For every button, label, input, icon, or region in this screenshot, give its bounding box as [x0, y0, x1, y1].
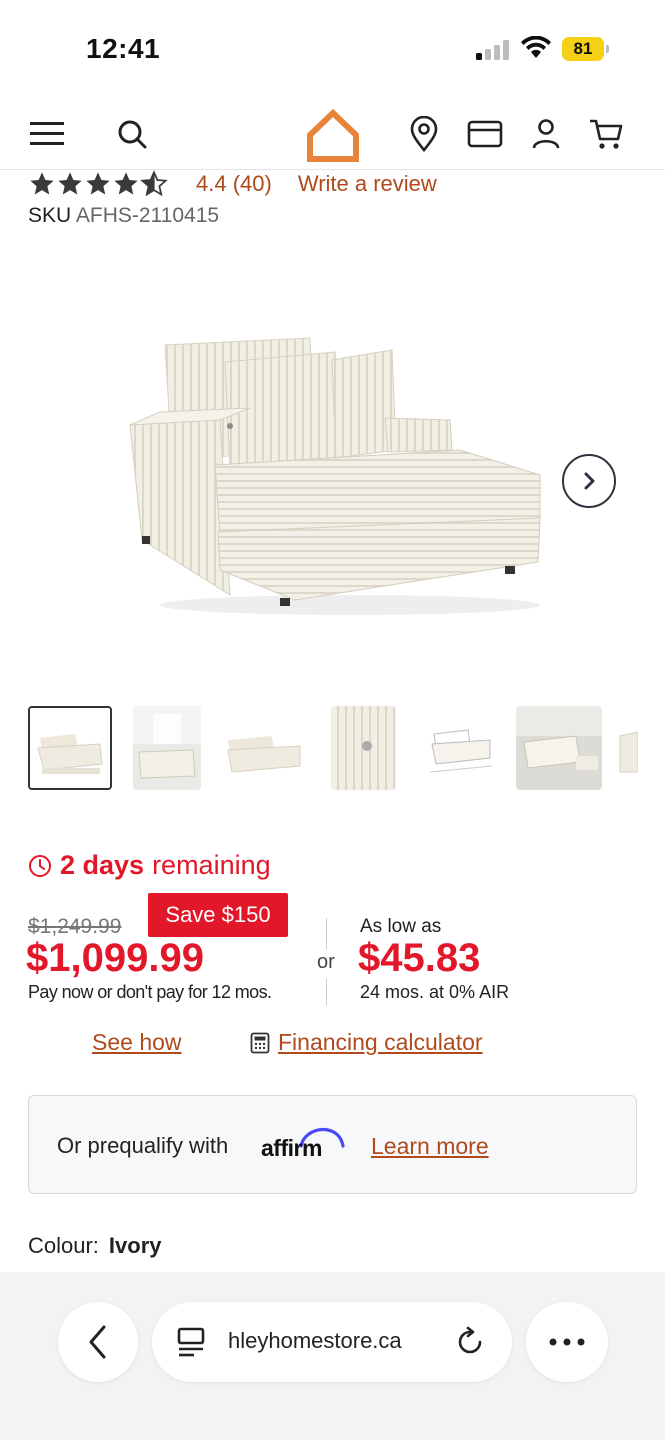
- sale-price: $1,099.99: [26, 936, 204, 980]
- reload-icon[interactable]: [454, 1326, 486, 1358]
- divider: [326, 978, 327, 1006]
- star-icon: [30, 172, 54, 195]
- as-low-as-label: As low as: [360, 916, 442, 937]
- sku-value: AFHS-2110415: [75, 204, 220, 227]
- affirm-text: Or prequalify with: [57, 1133, 229, 1158]
- pay-now-note: Pay now or don't pay for 12 mos.: [28, 982, 272, 1002]
- browser-toolbar: hleyhomestore.ca: [0, 1272, 665, 1440]
- calculator-icon: [250, 1032, 270, 1053]
- browser-address-bar[interactable]: hleyhomestore.ca: [152, 1302, 512, 1382]
- divider: [326, 918, 327, 950]
- monthly-price: $45.83: [358, 936, 481, 980]
- location-pin-icon[interactable]: [404, 114, 444, 154]
- battery-indicator: 81: [562, 37, 610, 61]
- more-icon: [549, 1338, 585, 1346]
- thumbnail-3[interactable]: [222, 706, 306, 790]
- remaining-label: remaining: [152, 850, 271, 880]
- affirm-prequalify-box: Or prequalify with affirm Learn more: [28, 1095, 637, 1194]
- thumbnail-2[interactable]: [133, 706, 201, 790]
- search-icon[interactable]: [112, 114, 152, 154]
- product-image[interactable]: [120, 300, 550, 620]
- thumbnail-5[interactable]: [420, 706, 504, 790]
- learn-more-link[interactable]: Learn more: [371, 1133, 489, 1160]
- chevron-right-icon: [584, 472, 595, 490]
- home-logo[interactable]: [302, 106, 364, 164]
- thumbnail-strip: [28, 706, 638, 792]
- status-time: 12:41: [86, 33, 161, 64]
- affirm-logo: affirm: [261, 1124, 351, 1164]
- browser-url: hleyhomestore.ca: [228, 1328, 402, 1353]
- star-icon: [114, 172, 138, 195]
- credit-card-icon[interactable]: [465, 114, 505, 154]
- status-bar: 12:41 81: [0, 0, 665, 100]
- rating-score[interactable]: 4.4 (40): [196, 171, 272, 197]
- half-star-icon: [140, 170, 168, 197]
- menu-icon[interactable]: [27, 114, 67, 154]
- star-icon: [58, 172, 82, 195]
- site-header: [0, 100, 665, 170]
- battery-level: 81: [562, 37, 604, 61]
- write-review-link[interactable]: Write a review: [298, 171, 437, 197]
- cellular-signal-icon: [476, 40, 509, 60]
- product-sku: SKU AFHS-2110415: [28, 204, 219, 228]
- next-image-button[interactable]: [562, 454, 616, 508]
- page-menu-icon[interactable]: [176, 1326, 206, 1358]
- financing-calculator-link[interactable]: Financing calculator: [250, 1029, 483, 1056]
- account-icon[interactable]: [526, 114, 566, 154]
- wifi-icon: [521, 36, 551, 58]
- thumbnail-1[interactable]: [28, 706, 112, 790]
- browser-back-button[interactable]: [58, 1302, 138, 1382]
- colour-value: Ivory: [108, 1233, 162, 1258]
- colour-selection: Colour: Ivory: [28, 1233, 162, 1259]
- cart-icon[interactable]: [586, 114, 626, 154]
- browser-more-button[interactable]: [526, 1302, 608, 1382]
- financing-terms: 24 mos. at 0% AIR: [360, 982, 510, 1002]
- star-icon: [86, 172, 110, 195]
- clock-icon: [29, 854, 51, 877]
- thumbnail-6[interactable]: [516, 706, 602, 790]
- see-how-link[interactable]: See how: [92, 1029, 182, 1056]
- save-badge: Save $150: [148, 893, 288, 937]
- sku-label: SKU: [28, 204, 72, 227]
- product-rating: 4.4 (40) Write a review: [28, 168, 437, 200]
- thumbnail-4[interactable]: [331, 706, 396, 790]
- promo-countdown: 2 days remaining: [28, 850, 271, 881]
- or-label: or: [317, 951, 335, 973]
- chevron-left-icon: [89, 1325, 106, 1359]
- colour-label: Colour:: [28, 1233, 99, 1258]
- financing-calculator-label: Financing calculator: [278, 1029, 483, 1055]
- days-remaining: 2 days: [60, 850, 145, 880]
- thumbnail-7[interactable]: [618, 706, 638, 790]
- rating-stars: [28, 170, 168, 198]
